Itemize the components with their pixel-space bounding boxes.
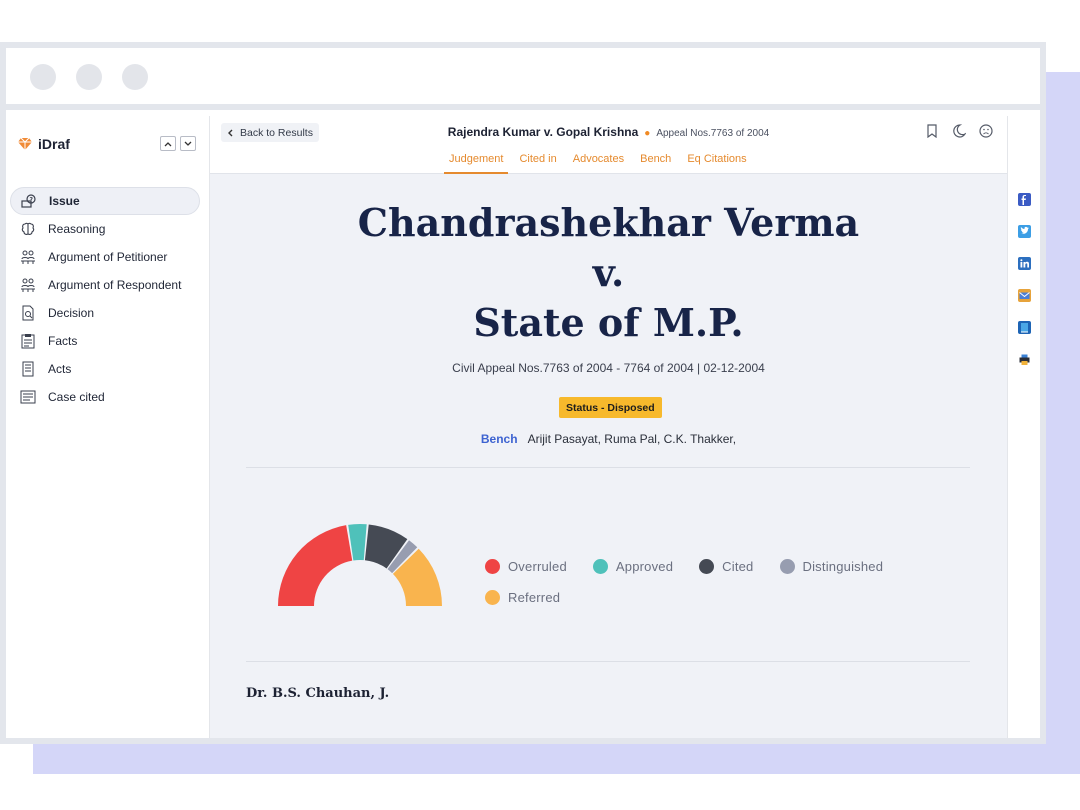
book-icon — [20, 361, 36, 377]
legend-label: Distinguished — [802, 559, 884, 574]
issue-icon: ? — [21, 193, 37, 209]
bookmark-book-icon[interactable] — [1018, 321, 1031, 334]
bench-names: Arijit Pasayat, Ruma Pal, C.K. Thakker, — [527, 432, 737, 446]
twitter-icon[interactable] — [1018, 225, 1031, 238]
bench-line: Bench Arijit Pasayat, Ruma Pal, C.K. Thak… — [210, 432, 1007, 446]
legend-item-approved[interactable]: Approved — [592, 559, 674, 574]
linkedin-icon[interactable] — [1018, 257, 1031, 270]
appeal-number: Appeal Nos.7763 of 2004 — [656, 128, 770, 139]
legend-swatch — [699, 559, 715, 574]
sidebar-item-label: Issue — [49, 194, 80, 208]
legend-label: Referred — [508, 590, 561, 605]
sidebar-item-acts[interactable]: Acts — [10, 355, 200, 383]
sidebar-item-issue[interactable]: ? Issue — [10, 187, 200, 215]
sidebar-item-label: Argument of Petitioner — [48, 250, 168, 264]
case-title: Chandrashekhar Verma v. State of M.P. — [210, 198, 1007, 348]
people-icon — [20, 249, 36, 265]
sidebar-item-argument-of-petitioner[interactable]: Argument of Petitioner — [10, 243, 200, 271]
facebook-icon[interactable] — [1018, 193, 1031, 206]
legend-swatch — [485, 559, 500, 574]
list-icon — [20, 389, 36, 405]
sidebar-nav: ? Issue Reasoning Argument of Petitioner… — [10, 187, 200, 411]
judge-name: Dr. B.S. Chauhan, J. — [246, 686, 390, 701]
brand[interactable]: iDraf — [18, 136, 70, 152]
main-content: Back to Results Rajendra Kumar v. Gopal … — [210, 116, 1007, 738]
document-search-icon — [20, 305, 36, 321]
bookmark-icon[interactable] — [925, 124, 939, 138]
legend-item-cited[interactable]: Cited — [699, 559, 753, 574]
moon-icon[interactable] — [952, 124, 966, 138]
tab-judgement[interactable]: Judgement — [444, 151, 509, 174]
sad-face-icon[interactable] — [979, 124, 993, 138]
document-header: Back to Results Rajendra Kumar v. Gopal … — [210, 116, 1007, 174]
chart-legend: Overruled Approved Cited Distinguished Refer… — [485, 559, 955, 605]
sidebar-item-label: Reasoning — [48, 222, 106, 236]
share-rail — [1007, 116, 1040, 738]
bench-label[interactable]: Bench — [481, 432, 518, 446]
sidebar-item-argument-of-respondent[interactable]: Argument of Respondent — [10, 271, 200, 299]
legend-swatch — [485, 590, 500, 605]
clipboard-icon — [20, 333, 36, 349]
legend-item-overruled[interactable]: Overruled — [485, 559, 567, 574]
svg-text:?: ? — [30, 197, 34, 204]
legend-swatch — [592, 559, 608, 574]
tab-eq-citations[interactable]: Eq Citations — [682, 151, 751, 174]
app-body: iDraf ? Issue Reasoning Argument of Peti… — [6, 116, 1040, 738]
legend-item-referred[interactable]: Referred — [485, 590, 560, 605]
sidebar-item-decision[interactable]: Decision — [10, 299, 200, 327]
browser-window: iDraf ? Issue Reasoning Argument of Peti… — [0, 42, 1046, 744]
legend-label: Cited — [722, 559, 754, 574]
sidebar: iDraf ? Issue Reasoning Argument of Peti… — [6, 116, 210, 738]
legend-swatch — [779, 559, 795, 574]
window-dot-3[interactable] — [122, 64, 148, 90]
legend-item-distinguished[interactable]: Distinguished — [779, 559, 884, 574]
sidebar-item-label: Argument of Respondent — [48, 278, 182, 292]
brand-name: iDraf — [38, 136, 70, 152]
chevron-down-icon[interactable] — [180, 136, 196, 151]
sidebar-item-label: Acts — [48, 362, 72, 376]
status-badge: Status - Disposed — [559, 397, 662, 418]
window-titlebar — [6, 48, 1040, 110]
sidebar-item-reasoning[interactable]: Reasoning — [10, 215, 200, 243]
tab-advocates[interactable]: Advocates — [568, 151, 629, 174]
legend-label: Overruled — [508, 559, 567, 574]
document-tabs: Judgement Cited in Advocates Bench Eq Ci… — [444, 151, 758, 174]
case-name: Rajendra Kumar v. Gopal Krishna — [447, 125, 639, 139]
sidebar-item-label: Decision — [48, 306, 95, 320]
title-petitioner: Chandrashekhar Verma — [357, 200, 860, 245]
title-respondent: State of M.P. — [473, 300, 744, 345]
chart-slice-overruled[interactable] — [278, 525, 353, 606]
sidebar-collapse-controls — [160, 136, 196, 151]
tab-bench[interactable]: Bench — [635, 151, 676, 174]
diamond-logo-icon — [18, 137, 32, 150]
sidebar-item-facts[interactable]: Facts — [10, 327, 200, 355]
sidebar-item-label: Case cited — [48, 390, 105, 404]
divider — [246, 467, 970, 468]
email-icon[interactable] — [1018, 289, 1031, 302]
window-dot-2[interactable] — [76, 64, 102, 90]
brain-icon — [20, 221, 36, 237]
sidebar-item-case-cited[interactable]: Case cited — [10, 383, 200, 411]
treatment-chart — [278, 524, 442, 606]
chevron-up-icon[interactable] — [160, 136, 176, 151]
legend-label: Approved — [615, 559, 674, 574]
case-citation: Civil Appeal Nos.7763 of 2004 - 7764 of … — [452, 361, 765, 375]
divider — [246, 661, 970, 662]
window-dot-1[interactable] — [30, 64, 56, 90]
tab-cited-in[interactable]: Cited in — [514, 151, 561, 174]
header-actions — [925, 124, 993, 138]
case-heading: Rajendra Kumar v. Gopal Krishna ● Appeal N… — [210, 125, 1007, 139]
sidebar-item-label: Facts — [48, 334, 78, 348]
print-icon[interactable] — [1018, 353, 1031, 366]
separator-dot-icon: ● — [644, 128, 651, 139]
title-versus: v. — [592, 250, 625, 295]
people-icon — [20, 277, 36, 293]
